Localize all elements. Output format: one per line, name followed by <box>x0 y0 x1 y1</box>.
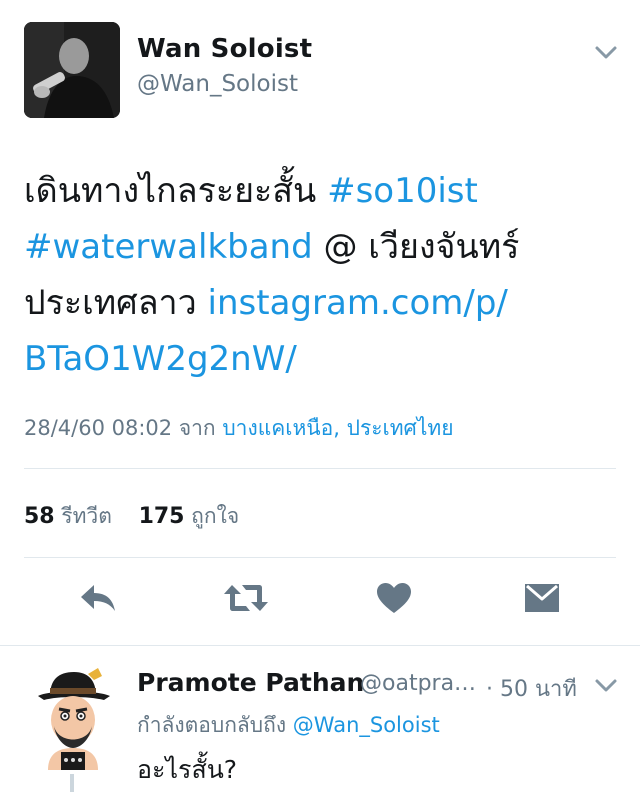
thread-connector-line <box>70 774 74 792</box>
tweet-stats: 58 รีทวีต 175 ถูกใจ <box>24 500 239 533</box>
replying-to-link[interactable]: @Wan_Soloist <box>293 713 440 737</box>
author-handle[interactable]: @Wan_Soloist <box>137 71 298 97</box>
divider <box>24 557 616 558</box>
tweet-text: เดินทางไกลระยะสั้น #so10ist #waterwalkba… <box>24 163 624 387</box>
hashtag-link[interactable]: #so10ist <box>327 171 478 211</box>
heart-icon <box>376 582 412 618</box>
author-avatar[interactable] <box>24 22 120 118</box>
replying-prefix: กำลังตอบกลับถึง <box>137 713 293 737</box>
retweet-count: 58 <box>24 504 55 529</box>
direct-message-button[interactable] <box>518 576 566 624</box>
hashtag-link[interactable]: #waterwalkband <box>24 227 313 267</box>
divider <box>24 468 616 469</box>
timestamp[interactable]: 28/4/60 08:02 <box>24 416 172 440</box>
like-count: 175 <box>138 504 185 529</box>
retweet-stat[interactable]: 58 รีทวีต <box>24 504 112 529</box>
like-stat[interactable]: 175 ถูกใจ <box>138 504 240 529</box>
chevron-down-icon[interactable] <box>594 44 618 62</box>
from-label: จาก <box>172 416 223 440</box>
location-link[interactable]: บางแคเหนือ, ประเทศไทย <box>222 416 453 440</box>
tweet-text-segment: เดินทางไกลระยะสั้น <box>24 171 328 211</box>
reply-text: อะไรสั้น? <box>137 755 238 784</box>
tweet-text-segment: ประเทศลาว <box>24 283 208 323</box>
retweet-button[interactable] <box>222 576 270 624</box>
replying-to: กำลังตอบกลับถึง @Wan_Soloist <box>137 709 440 742</box>
like-label: ถูกใจ <box>184 504 240 528</box>
like-button[interactable] <box>370 576 418 624</box>
reply-icon <box>78 581 118 619</box>
reply-time[interactable]: · 50 นาที <box>486 671 577 706</box>
retweet-icon <box>222 581 270 619</box>
reply-author-handle[interactable]: @oatpra… <box>360 671 476 696</box>
envelope-icon <box>523 582 561 618</box>
tweet-meta: 28/4/60 08:02 จาก บางแคเหนือ, ประเทศไทย <box>24 412 454 445</box>
divider <box>0 645 640 646</box>
reply-author-avatar[interactable] <box>28 666 118 770</box>
author-name[interactable]: Wan Soloist <box>137 34 312 64</box>
instagram-link[interactable]: instagram.com/p/ <box>208 283 508 323</box>
chevron-down-icon[interactable] <box>594 677 618 695</box>
reply-author-name[interactable]: Pramote Pathan <box>137 668 364 697</box>
retweet-label: รีทวีต <box>54 504 112 528</box>
instagram-link-continued[interactable]: BTaO1W2g2nW/ <box>24 339 297 379</box>
action-bar <box>0 576 640 624</box>
reply-button[interactable] <box>74 576 122 624</box>
tweet-text-segment: @ เวียงจันทร์ <box>312 227 520 267</box>
